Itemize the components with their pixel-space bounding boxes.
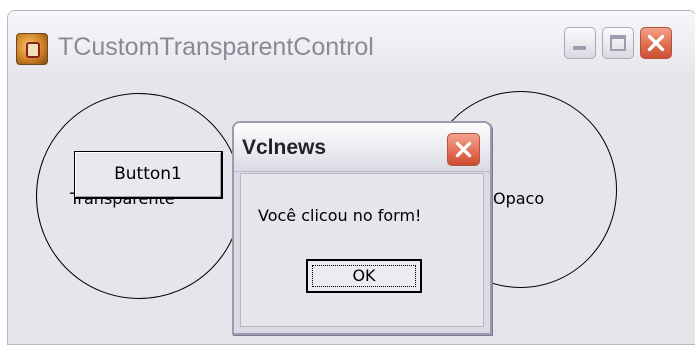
opaque-label: Opaco <box>493 189 545 208</box>
close-button[interactable] <box>640 27 672 59</box>
dialog-body: Você clicou no form! OK <box>240 173 484 327</box>
close-icon <box>455 141 472 158</box>
message-dialog: Vclnews Você clicou no form! OK <box>232 121 492 335</box>
app-icon[interactable] <box>16 33 48 65</box>
dialog-title-bar[interactable]: Vclnews <box>234 123 490 172</box>
minimize-button[interactable] <box>564 27 596 59</box>
title-bar[interactable]: TCustomTransparentControl <box>8 11 695 77</box>
window-title: TCustomTransparentControl <box>58 33 374 61</box>
maximize-button[interactable] <box>602 27 634 59</box>
button1[interactable]: Button1 <box>74 151 223 199</box>
close-icon <box>647 34 665 52</box>
dialog-message: Você clicou no form! <box>258 206 422 225</box>
dialog-title: Vclnews <box>242 136 327 159</box>
dialog-close-button[interactable] <box>447 133 480 166</box>
ok-button[interactable]: OK <box>306 259 422 293</box>
